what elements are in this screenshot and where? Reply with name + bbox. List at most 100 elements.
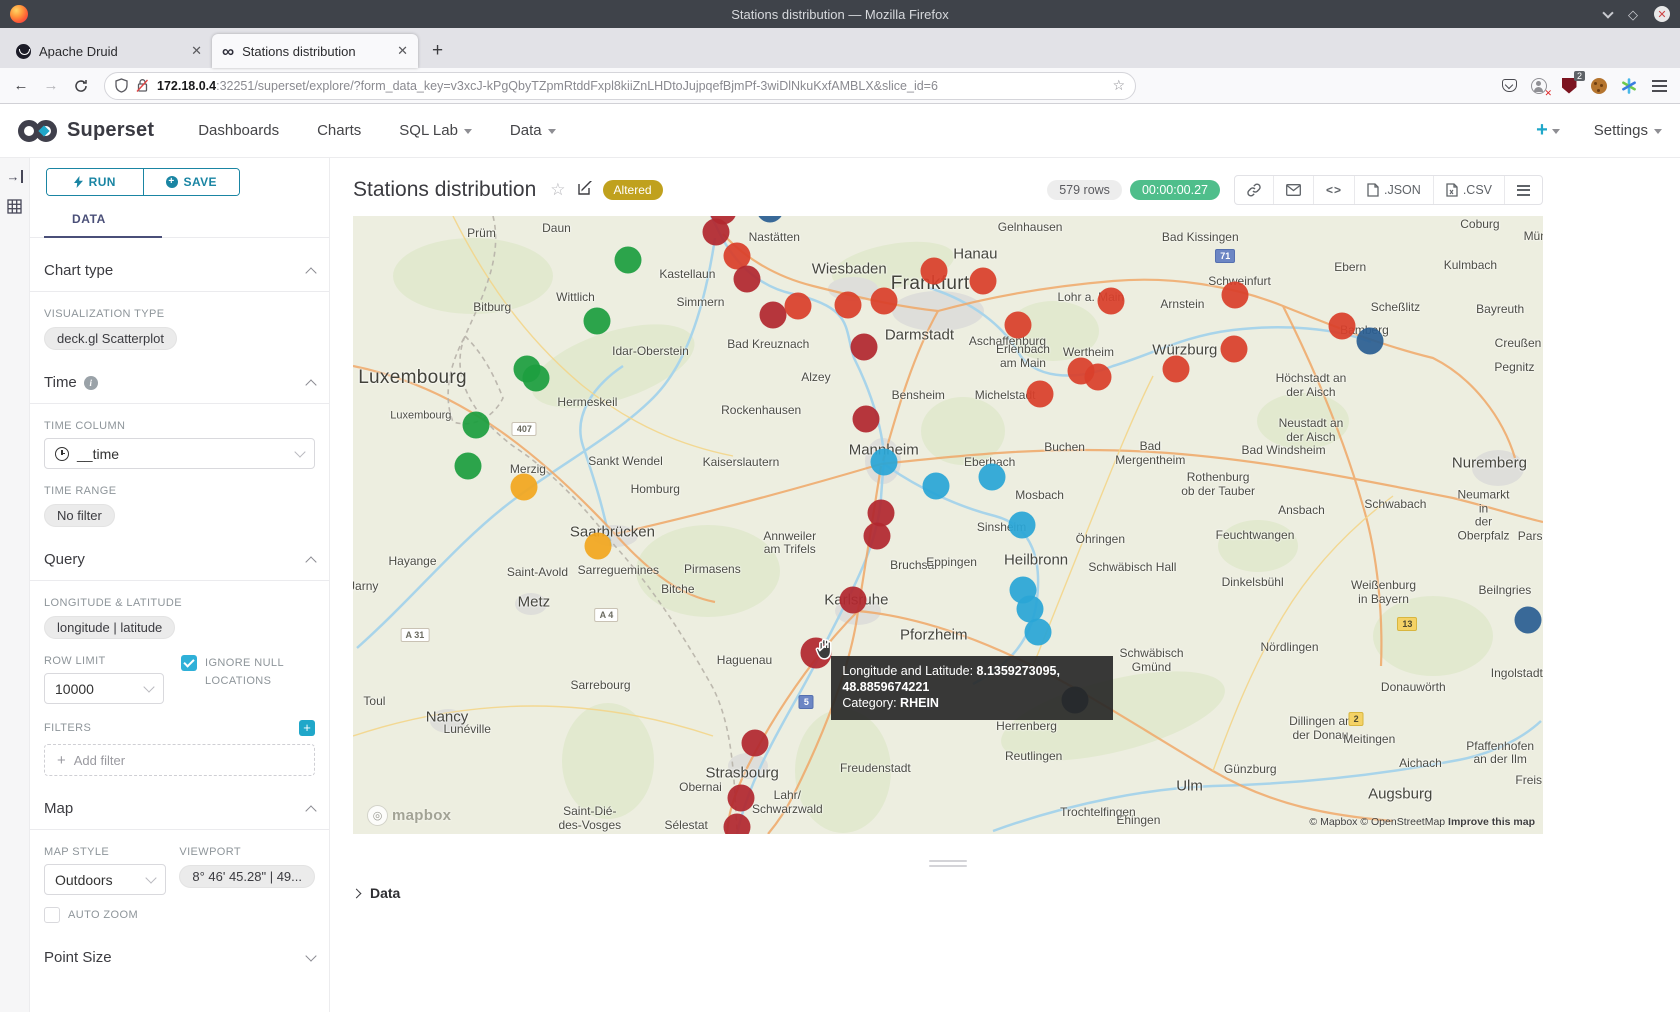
section-point-size[interactable]: Point Size bbox=[44, 949, 315, 978]
map-point[interactable] bbox=[583, 308, 610, 335]
window-minimize-icon[interactable] bbox=[1602, 7, 1613, 18]
email-button[interactable] bbox=[1273, 176, 1313, 204]
pocket-icon[interactable] bbox=[1496, 73, 1522, 99]
map-point[interactable] bbox=[839, 586, 866, 613]
firefox-menu-icon[interactable] bbox=[1646, 73, 1672, 99]
section-chart-type[interactable]: Chart type bbox=[44, 262, 315, 291]
map-style-select[interactable]: Outdoors bbox=[44, 864, 166, 895]
run-button[interactable]: RUN bbox=[47, 169, 143, 195]
checkbox-unchecked-icon[interactable] bbox=[44, 907, 60, 923]
tab-apache-druid[interactable]: Apache Druid ✕ bbox=[6, 34, 212, 68]
row-limit-select[interactable]: 10000 bbox=[44, 673, 164, 704]
deckgl-map[interactable]: PrümDaunNastättenGelnhausenBad Kissingen… bbox=[353, 216, 1543, 834]
map-point[interactable] bbox=[1514, 607, 1541, 634]
map-point[interactable] bbox=[1026, 380, 1053, 407]
cookie-extension-icon[interactable] bbox=[1586, 73, 1612, 99]
favorite-star-icon[interactable]: ☆ bbox=[550, 180, 565, 200]
reload-button[interactable] bbox=[68, 73, 94, 99]
lonlat-value[interactable]: longitude | latitude bbox=[44, 616, 175, 639]
tab-close-icon[interactable]: ✕ bbox=[397, 43, 408, 59]
viewport-value[interactable]: 8° 46' 45.28" | 49... bbox=[179, 865, 315, 888]
section-query[interactable]: Query bbox=[44, 551, 315, 580]
panel-drag-handle[interactable] bbox=[353, 860, 1543, 867]
checkbox-checked-icon[interactable] bbox=[181, 655, 197, 671]
nav-dashboards[interactable]: Dashboards bbox=[198, 122, 279, 139]
tab-close-icon[interactable]: ✕ bbox=[191, 43, 202, 59]
map-point[interactable] bbox=[1357, 327, 1384, 354]
map-point[interactable] bbox=[523, 364, 550, 391]
map-point[interactable] bbox=[969, 267, 996, 294]
map-point[interactable] bbox=[870, 288, 897, 315]
map-point[interactable] bbox=[979, 463, 1006, 490]
data-panel-toggle[interactable]: Data bbox=[353, 885, 1680, 901]
superset-logo-icon[interactable] bbox=[18, 120, 59, 142]
time-column-select[interactable]: __time bbox=[44, 438, 315, 469]
url-bar[interactable]: 172.18.0.4:32251/superset/explore/?form_… bbox=[104, 72, 1136, 100]
extension-asterisk-icon[interactable] bbox=[1616, 73, 1642, 99]
tracking-shield-icon[interactable] bbox=[115, 78, 128, 93]
map-point[interactable] bbox=[511, 474, 538, 501]
improve-map-link[interactable]: Improve this map bbox=[1448, 816, 1535, 828]
map-attribution[interactable]: © Mapbox © OpenStreetMap Improve this ma… bbox=[1309, 816, 1535, 828]
insecure-lock-icon[interactable] bbox=[136, 78, 149, 93]
section-time[interactable]: Timei bbox=[44, 374, 315, 403]
window-close-icon[interactable]: ✕ bbox=[1654, 6, 1670, 22]
mapbox-logo[interactable]: ◎ mapbox bbox=[367, 805, 451, 826]
map-point[interactable] bbox=[733, 266, 760, 293]
map-point[interactable] bbox=[724, 814, 751, 834]
map-point[interactable] bbox=[742, 730, 769, 757]
tab-stations-distribution[interactable]: ∞ Stations distribution ✕ bbox=[212, 34, 418, 68]
bookmark-star-icon[interactable]: ☆ bbox=[1112, 77, 1125, 94]
forward-button[interactable]: → bbox=[38, 73, 64, 99]
superset-brand[interactable]: Superset bbox=[67, 119, 154, 142]
map-point[interactable] bbox=[614, 246, 641, 273]
map-point[interactable] bbox=[852, 405, 879, 432]
map-point[interactable] bbox=[1220, 335, 1247, 362]
map-point[interactable] bbox=[863, 523, 890, 550]
map-point[interactable] bbox=[756, 216, 783, 223]
map-point[interactable] bbox=[1025, 618, 1052, 645]
save-button[interactable]: + SAVE bbox=[143, 169, 240, 195]
edit-properties-icon[interactable] bbox=[578, 180, 593, 200]
map-point[interactable] bbox=[455, 453, 482, 480]
copy-link-button[interactable] bbox=[1235, 176, 1273, 204]
view-query-button[interactable]: <> bbox=[1313, 176, 1354, 204]
export-json-button[interactable]: .JSON bbox=[1354, 176, 1433, 204]
map-point[interactable] bbox=[462, 411, 489, 438]
map-point[interactable] bbox=[760, 301, 787, 328]
map-point[interactable] bbox=[585, 533, 612, 560]
map-point[interactable] bbox=[727, 785, 754, 812]
nav-data[interactable]: Data bbox=[510, 122, 556, 139]
ublock-icon[interactable]: 2 bbox=[1556, 73, 1582, 99]
map-point[interactable] bbox=[1005, 311, 1032, 338]
map-point[interactable] bbox=[920, 258, 947, 285]
map-point[interactable] bbox=[785, 293, 812, 320]
new-tab-button[interactable]: + bbox=[432, 40, 443, 62]
nav-sql-lab[interactable]: SQL Lab bbox=[399, 122, 472, 139]
window-maximize-icon[interactable]: ◇ bbox=[1628, 8, 1638, 21]
time-range-value[interactable]: No filter bbox=[44, 504, 115, 527]
map-point[interactable] bbox=[1221, 282, 1248, 309]
map-point[interactable] bbox=[868, 499, 895, 526]
add-filter-plus-button[interactable]: + bbox=[299, 720, 315, 736]
nav-charts[interactable]: Charts bbox=[317, 122, 361, 139]
map-point[interactable] bbox=[1163, 356, 1190, 383]
map-point[interactable] bbox=[850, 334, 877, 361]
map-point[interactable] bbox=[1328, 313, 1355, 340]
export-csv-button[interactable]: .CSV bbox=[1433, 176, 1504, 204]
map-point[interactable] bbox=[923, 473, 950, 500]
settings-menu[interactable]: Settings bbox=[1594, 122, 1662, 139]
back-button[interactable]: ← bbox=[8, 73, 34, 99]
chart-menu-icon[interactable] bbox=[1504, 176, 1542, 204]
map-point[interactable] bbox=[1008, 512, 1035, 539]
map-point[interactable] bbox=[870, 448, 897, 475]
tab-data[interactable]: DATA bbox=[44, 212, 162, 238]
map-point[interactable] bbox=[835, 291, 862, 318]
viz-type-value[interactable]: deck.gl Scatterplot bbox=[44, 327, 177, 350]
dataset-grid-icon[interactable] bbox=[7, 199, 22, 217]
account-icon[interactable]: ✕ bbox=[1526, 73, 1552, 99]
expand-datasource-icon[interactable]: → bbox=[7, 170, 23, 183]
section-map[interactable]: Map bbox=[44, 800, 315, 829]
add-filter-box[interactable]: +Add filter bbox=[44, 744, 315, 776]
auto-zoom-checkbox[interactable]: AUTO ZOOM bbox=[44, 907, 179, 925]
